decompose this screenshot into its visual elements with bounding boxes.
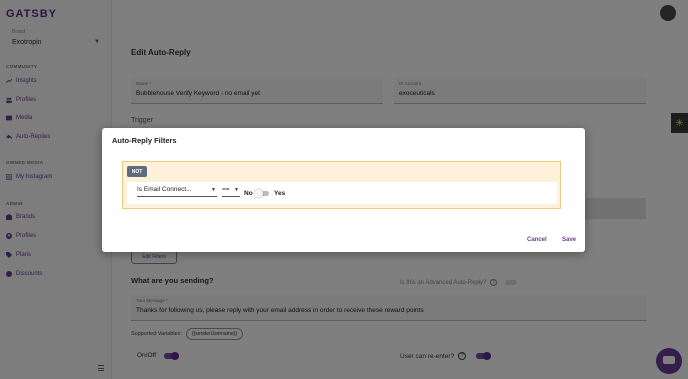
save-button[interactable]: Save [562, 237, 576, 243]
no-label: No [244, 190, 253, 197]
filter-group: NOT Is Email Connect... ▼ == ▼ No Yes [122, 161, 561, 209]
filter-field-value: Is Email Connect... [137, 186, 192, 193]
caret-down-icon: ▼ [234, 187, 239, 193]
caret-down-icon: ▼ [211, 187, 216, 193]
dialog-title: Auto-Reply Filters [112, 136, 177, 145]
auto-reply-filters-dialog: Auto-Reply Filters NOT Is Email Connect.… [102, 128, 585, 252]
toggle-knob [254, 189, 263, 198]
filter-row: Is Email Connect... ▼ == ▼ No Yes [127, 182, 557, 204]
yes-label: Yes [274, 190, 286, 197]
operator-value: == [222, 186, 230, 193]
cancel-button[interactable]: Cancel [527, 237, 547, 243]
operator-select[interactable]: == ▼ [222, 186, 240, 197]
yes-no-toggle[interactable] [254, 189, 269, 198]
filter-field-select[interactable]: Is Email Connect... ▼ [137, 186, 217, 197]
not-button[interactable]: NOT [127, 166, 147, 177]
